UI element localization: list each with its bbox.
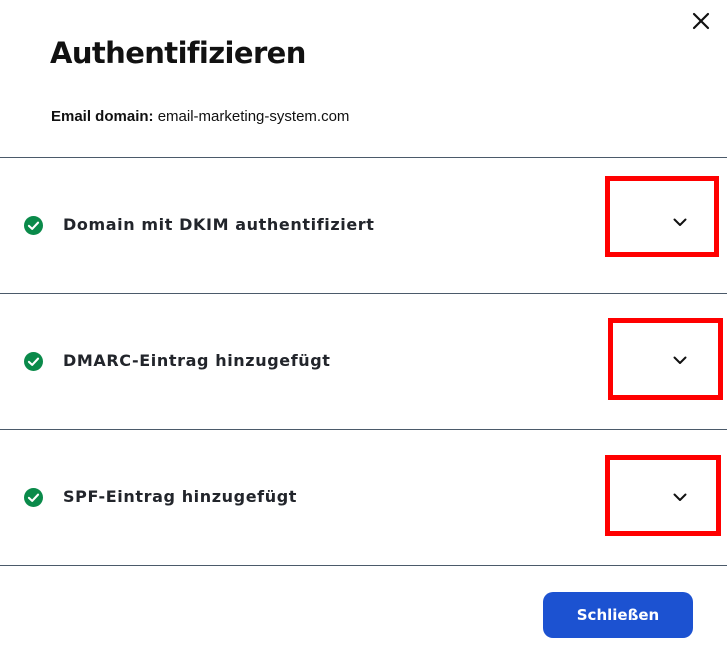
accordion-item-label: DMARC-Eintrag hinzugefügt: [63, 351, 331, 370]
expand-toggle-spf[interactable]: [605, 455, 721, 536]
authenticate-dialog: Authentifizieren Email domain: email-mar…: [0, 0, 727, 656]
chevron-down-icon: [673, 493, 687, 501]
close-button[interactable]: Schließen: [543, 592, 693, 638]
chevron-down-icon: [673, 218, 687, 226]
email-domain-label: Email domain:: [51, 108, 154, 125]
accordion-item-label: Domain mit DKIM authentifiziert: [63, 215, 375, 234]
check-circle-icon: [24, 488, 43, 507]
email-domain-value: email-marketing-system.com: [157, 108, 350, 125]
check-circle-icon: [24, 352, 43, 371]
email-domain-line: Email domain: email-marketing-system.com: [51, 108, 349, 125]
check-circle-icon: [24, 216, 43, 235]
close-icon[interactable]: [688, 8, 714, 34]
expand-toggle-dkim[interactable]: [605, 176, 719, 257]
chevron-down-icon: [673, 356, 687, 364]
expand-toggle-dmarc[interactable]: [608, 318, 723, 400]
dialog-title: Authentifizieren: [50, 36, 306, 70]
accordion-item-label: SPF-Eintrag hinzugefügt: [63, 487, 298, 506]
